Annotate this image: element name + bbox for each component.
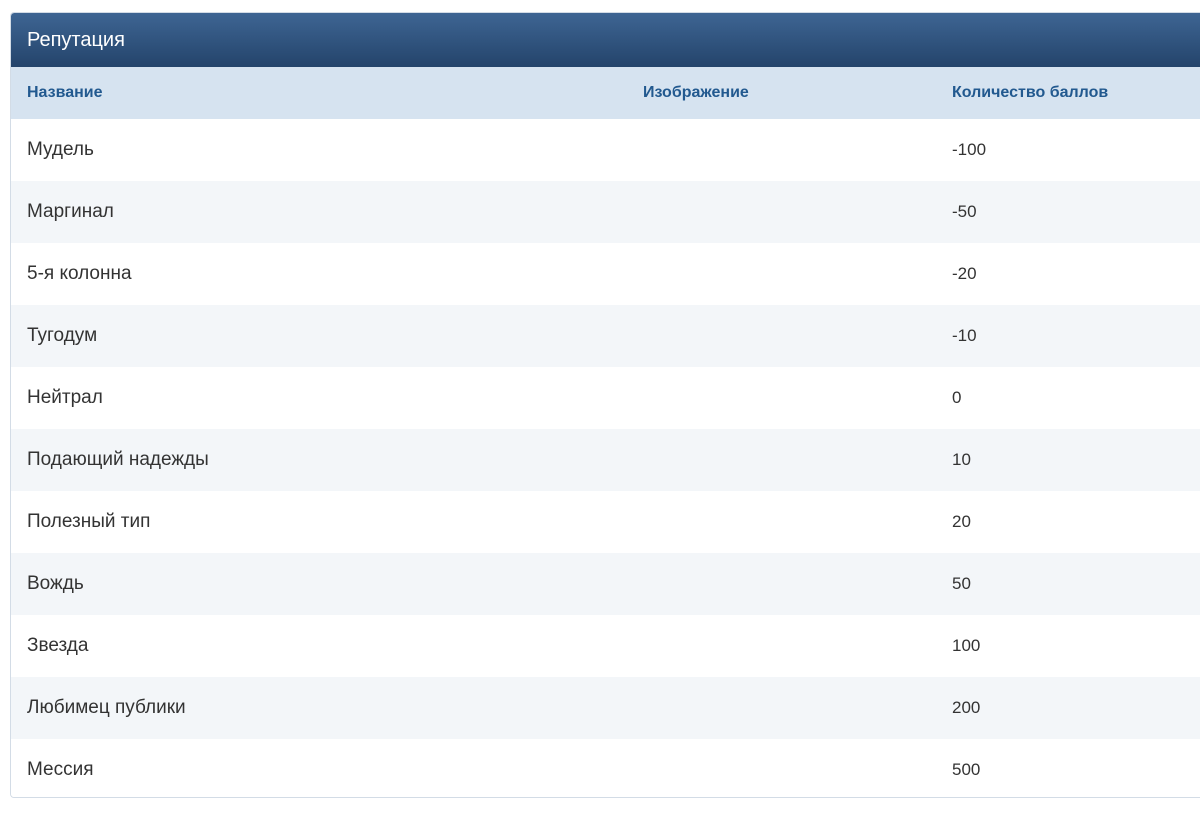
table-row: Мудель -100 — [11, 119, 1200, 181]
table-row: Тугодум -10 — [11, 305, 1200, 367]
panel-header: Репутация — [11, 13, 1200, 67]
rank-name: Мудель — [27, 139, 94, 160]
rank-name: Полезный тип — [27, 511, 151, 532]
table-row: Любимец публики 200 — [11, 677, 1200, 739]
table-row: Маргинал -50 — [11, 181, 1200, 243]
table-row: Вождь 50 — [11, 553, 1200, 615]
rank-points: 20 — [952, 512, 971, 531]
rank-points: -100 — [952, 140, 987, 159]
rank-points: 0 — [952, 388, 962, 407]
rank-points: -50 — [952, 202, 977, 221]
table-row: Звезда 100 — [11, 615, 1200, 677]
rank-points: 100 — [952, 636, 981, 655]
panel-title: Репутация — [27, 28, 125, 51]
rank-points: 50 — [952, 574, 971, 593]
reputation-panel: Репутация Название Изображение Количеств… — [10, 12, 1200, 798]
rank-points: -20 — [952, 264, 977, 283]
rank-name: Маргинал — [27, 201, 114, 222]
rank-name: 5-я колонна — [27, 263, 132, 284]
rank-name: Любимец публики — [27, 697, 186, 718]
table-row: Подающий надежды 10 — [11, 429, 1200, 491]
rank-points: 200 — [952, 698, 981, 717]
rank-name: Подающий надежды — [27, 449, 209, 470]
table-row: Полезный тип 20 — [11, 491, 1200, 553]
rank-points: -10 — [952, 326, 977, 345]
column-header-name[interactable]: Название — [27, 67, 103, 119]
column-header-image[interactable]: Изображение — [643, 67, 749, 119]
rank-points: 10 — [952, 450, 971, 469]
rank-name: Тугодум — [27, 325, 98, 346]
table-row: 5-я колонна -20 — [11, 243, 1200, 305]
column-header-points[interactable]: Количество баллов — [952, 67, 1108, 119]
rank-name: Нейтрал — [27, 387, 103, 408]
rank-name: Звезда — [27, 635, 89, 656]
table-header-row: Название Изображение Количество баллов — [11, 67, 1200, 119]
rank-name: Вождь — [27, 573, 84, 594]
rank-points: 500 — [952, 760, 981, 779]
table-row: Мессия 500 — [11, 739, 1200, 797]
table-row: Нейтрал 0 — [11, 367, 1200, 429]
rank-name: Мессия — [27, 759, 94, 780]
